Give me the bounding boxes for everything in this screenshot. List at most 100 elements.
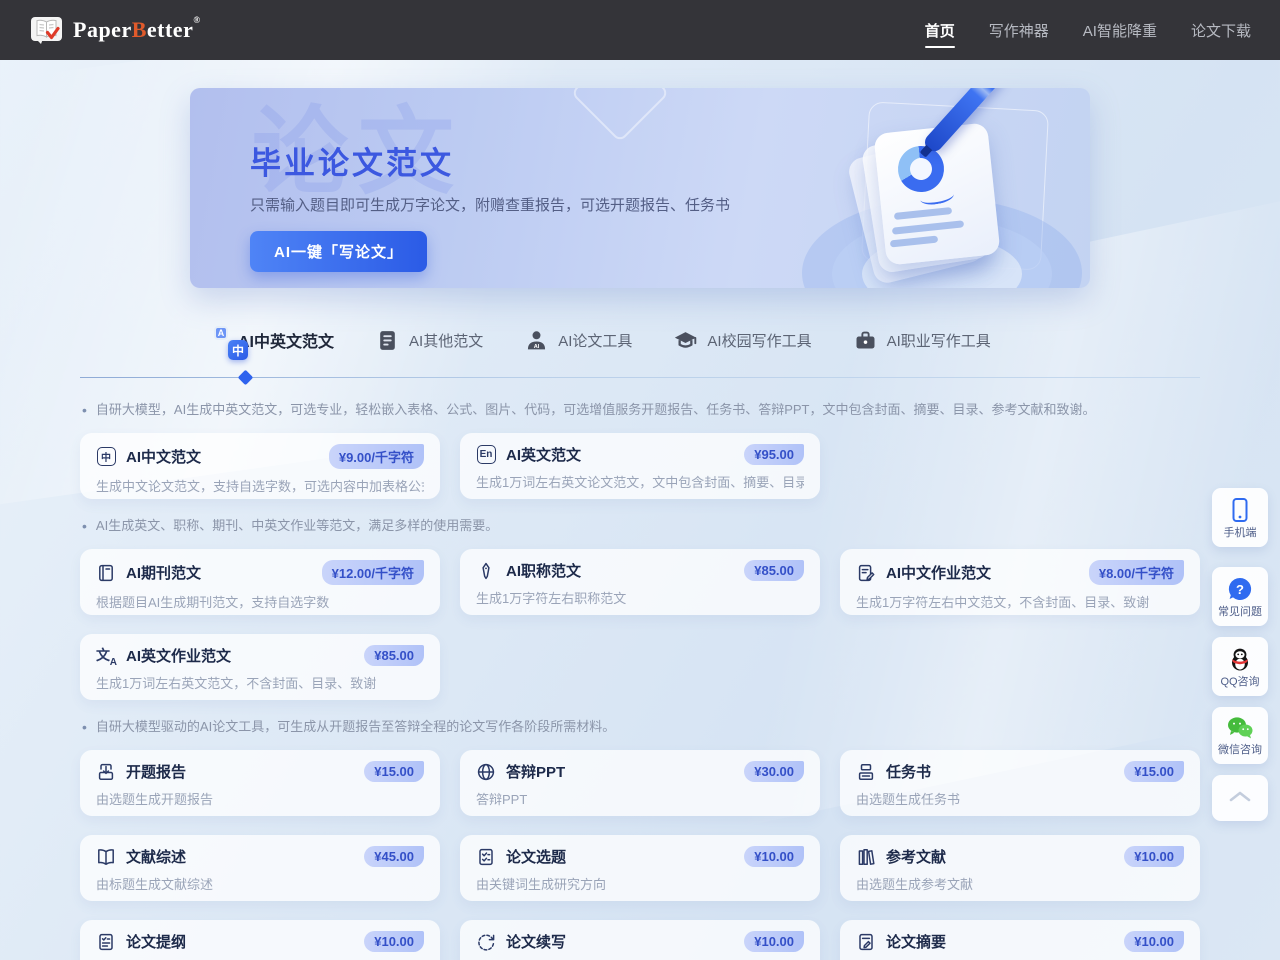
logo[interactable]: PaperBetter® xyxy=(30,15,201,45)
price-badge: ¥8.00/千字符 xyxy=(1089,560,1184,585)
service-card[interactable]: 论文续写¥10.00 xyxy=(460,920,820,960)
write-paper-cta-button[interactable]: AI一键「写论文」 xyxy=(250,231,427,272)
price-badge: ¥9.00/千字符 xyxy=(329,444,424,469)
service-card-desc: 根据题目AI生成期刊范文，支持自选字数 xyxy=(96,592,424,611)
page-title: 毕业论文范文 xyxy=(250,138,454,183)
paper-pen-illustration xyxy=(832,98,1042,288)
price-badge: ¥15.00 xyxy=(364,761,424,782)
service-card-title: AI英文范文 xyxy=(506,444,581,465)
service-card-title: 答辩PPT xyxy=(506,761,565,782)
service-card-desc: 由选题生成任务书 xyxy=(856,789,1184,808)
service-card-desc: 生成中文论文范文，支持自选字数，可选内容中加表格公式... xyxy=(96,476,424,495)
open-book-icon xyxy=(96,847,116,867)
ai-robot-icon: AI xyxy=(525,329,548,352)
float-item-label: 手机端 xyxy=(1215,527,1265,540)
section-description: 自研大模型，AI生成中英文范文，可选专业，轻松嵌入表格、公式、图片、代码，可选增… xyxy=(96,401,1096,419)
price-badge: ¥10.00 xyxy=(364,931,424,952)
tab-0[interactable]: 中AAI中英文范文 xyxy=(228,328,334,352)
service-card[interactable]: 论文选题¥10.00由关键词生成研究方向 xyxy=(460,835,820,901)
float-item-label: 微信咨询 xyxy=(1215,744,1265,757)
service-card-title: 参考文献 xyxy=(886,846,946,867)
outline-icon xyxy=(96,932,116,952)
tab-4[interactable]: AI职业写作工具 xyxy=(854,329,991,352)
float-item-1[interactable]: ?常见问题 xyxy=(1212,567,1268,626)
service-card[interactable]: 文献综述¥45.00由标题生成文献综述 xyxy=(80,835,440,901)
service-card[interactable]: EnAI英文范文¥95.00生成1万词左右英文论文范文，文中包含封面、摘要、目录… xyxy=(460,433,820,499)
tab-3[interactable]: AI校园写作工具 xyxy=(674,329,811,352)
service-sections: • 自研大模型，AI生成中英文范文，可选专业，轻松嵌入表格、公式、图片、代码，可选… xyxy=(80,395,1200,960)
service-card-desc: 生成1万词左右英文范文，不含封面、目录、致谢 xyxy=(96,673,424,692)
nav-item-1[interactable]: 写作神器 xyxy=(989,0,1049,60)
float-item-label: QQ咨询 xyxy=(1215,676,1265,689)
bullet-dot: • xyxy=(82,718,87,736)
document-icon xyxy=(376,329,399,352)
price-badge: ¥95.00 xyxy=(744,444,804,465)
tab-label: AI校园写作工具 xyxy=(707,330,811,351)
service-card-desc: 生成1万词左右英文论文范文，文中包含封面、摘要、目录... xyxy=(476,472,804,491)
service-card[interactable]: 开题报告¥15.00由选题生成开题报告 xyxy=(80,750,440,816)
service-card-title: 论文提纲 xyxy=(126,931,186,952)
svg-text:AI: AI xyxy=(534,344,540,350)
tab-label: AI论文工具 xyxy=(558,330,632,351)
service-card[interactable]: AI职称范文¥85.00生成1万字符左右职称范文 xyxy=(460,549,820,615)
float-item-2[interactable]: QQ咨询 xyxy=(1212,637,1268,696)
tab-label: AI中英文范文 xyxy=(238,328,334,352)
section-bullet: •AI生成英文、职称、期刊、中英文作业等范文，满足多样的使用需要。 xyxy=(82,517,1198,535)
zhong-badge-icon: 中 xyxy=(96,447,116,467)
service-card[interactable]: 论文摘要¥10.00 xyxy=(840,920,1200,960)
service-card-title: 论文摘要 xyxy=(886,931,946,952)
service-card-desc: 由标题生成文献综述 xyxy=(96,874,424,893)
service-card-title: 任务书 xyxy=(886,761,931,782)
price-badge: ¥15.00 xyxy=(1124,761,1184,782)
service-card[interactable]: AI期刊范文¥12.00/千字符根据题目AI生成期刊范文，支持自选字数 xyxy=(80,549,440,615)
nav-item-2[interactable]: AI智能降重 xyxy=(1083,0,1157,60)
price-badge: ¥12.00/千字符 xyxy=(322,560,424,585)
service-card-title: 论文续写 xyxy=(506,931,566,952)
checklist-icon xyxy=(476,847,496,867)
price-badge: ¥10.00 xyxy=(1124,846,1184,867)
section-description: 自研大模型驱动的AI论文工具，可生成从开题报告至答辩全程的论文写作各阶段所需材料… xyxy=(96,718,615,736)
service-card-desc: 生成1万字符左右中文范文，不含封面、目录、致谢 xyxy=(856,592,1184,611)
decor-diamond xyxy=(571,88,670,142)
report-download-icon xyxy=(96,762,116,782)
nav-item-0[interactable]: 首页 xyxy=(925,0,955,60)
float-sidebar: 手机端 ?常见问题 QQ咨询微信咨询 xyxy=(1212,488,1268,832)
service-card-title: AI中文作业范文 xyxy=(886,562,991,583)
service-card[interactable]: 答辩PPT ¥30.00 答辩PPT xyxy=(460,750,820,816)
tab-2[interactable]: AI AI论文工具 xyxy=(525,329,632,352)
price-badge: ¥10.00 xyxy=(744,846,804,867)
service-card-title: AI职称范文 xyxy=(506,560,581,581)
service-card[interactable]: 参考文献¥10.00由选题生成参考文献 xyxy=(840,835,1200,901)
service-card[interactable]: 中AI中文范文¥9.00/千字符生成中文论文范文，支持自选字数，可选内容中加表格… xyxy=(80,433,440,499)
price-badge: ¥45.00 xyxy=(364,846,424,867)
graduation-cap-icon xyxy=(674,329,697,352)
back-to-top-button[interactable] xyxy=(1212,775,1268,821)
service-card[interactable]: 文AAI英文作业范文¥85.00生成1万词左右英文范文，不含封面、目录、致谢 xyxy=(80,634,440,700)
top-nav-bar: PaperBetter® 首页写作神器 AI智能降重论文下载 xyxy=(0,0,1280,60)
service-card-title: AI英文作业范文 xyxy=(126,645,231,666)
tab-label: AI其他范文 xyxy=(409,330,483,351)
svg-text:?: ? xyxy=(1236,582,1244,597)
card-grid: 开题报告¥15.00由选题生成开题报告答辩PPT¥30.00答辩PPT任务书¥1… xyxy=(80,750,1200,960)
float-item-0[interactable]: 手机端 xyxy=(1212,488,1268,547)
ppt-globe-icon xyxy=(476,762,496,782)
float-item-3[interactable]: 微信咨询 xyxy=(1212,707,1268,764)
service-card[interactable]: 论文提纲 ¥10.00 xyxy=(80,920,440,960)
service-card-desc: 答辩PPT xyxy=(476,789,804,808)
category-tabs: 中AAI中英文范文 AI其他范文 AI AI论文工具 AI校园写作工具 AI职业写作工具 xyxy=(228,328,991,352)
task-layout-icon xyxy=(856,762,876,782)
qq-icon xyxy=(1215,646,1265,672)
service-card[interactable]: AI中文作业范文 ¥8.00/千字符生成1万字符左右中文范文，不含封面、目录、致谢 xyxy=(840,549,1200,615)
question-icon: ? xyxy=(1215,576,1265,602)
tab-1[interactable]: AI其他范文 xyxy=(376,329,483,352)
price-badge: ¥30.00 xyxy=(744,761,804,782)
service-card-title: 论文选题 xyxy=(506,846,566,867)
nav-item-3[interactable]: 论文下载 xyxy=(1191,0,1251,60)
book-check-logo-icon xyxy=(30,15,64,45)
service-card[interactable]: 任务书 ¥15.00 由选题生成任务书 xyxy=(840,750,1200,816)
tab-label: AI职业写作工具 xyxy=(887,330,991,351)
rewrite-icon xyxy=(476,932,496,952)
service-card-desc: 生成1万字符左右职称范文 xyxy=(476,588,804,607)
references-icon xyxy=(856,847,876,867)
service-card-title: 开题报告 xyxy=(126,761,186,782)
